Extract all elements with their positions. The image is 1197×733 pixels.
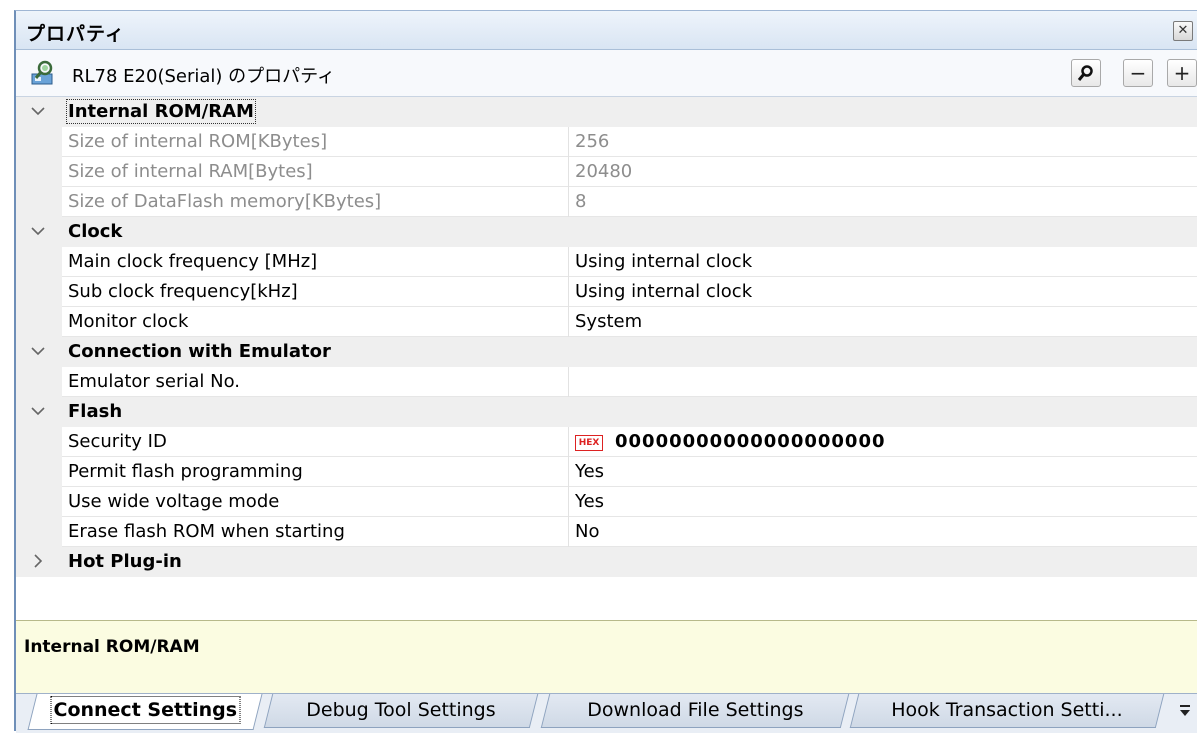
category-row[interactable]: Internal ROM/RAM [16, 97, 1197, 127]
row-gutter [16, 427, 62, 457]
property-value[interactable]: Using internal clock [575, 281, 752, 302]
category-row[interactable]: Flash [16, 397, 1197, 427]
category-label: Flash [68, 401, 123, 422]
property-value[interactable]: Yes [575, 491, 604, 512]
properties-toolbar: RL78 E20(Serial) のプロパティ − + [16, 50, 1197, 97]
tab-label: Hook Transaction Setti... [891, 699, 1123, 721]
property-value[interactable]: 256 [575, 131, 609, 152]
tab-label: Download File Settings [587, 699, 804, 721]
category-label: Connection with Emulator [68, 341, 331, 362]
row-gutter [16, 247, 62, 277]
property-name: Use wide voltage mode [68, 491, 280, 512]
search-button[interactable] [1071, 59, 1101, 87]
row-gutter [16, 187, 62, 217]
tab-list-menu-icon[interactable] [1177, 702, 1193, 722]
category-row[interactable]: Connection with Emulator [16, 337, 1197, 367]
column-divider [568, 277, 569, 307]
property-value[interactable]: System [575, 311, 642, 332]
property-row[interactable]: Security ID HEX 00000000000000000000 [16, 427, 1197, 457]
property-row[interactable]: Size of internal ROM[KBytes] 256 [16, 127, 1197, 157]
property-row[interactable]: Sub clock frequency[kHz] Using internal c… [16, 277, 1197, 307]
chevron-down-icon[interactable] [30, 343, 46, 359]
column-divider [568, 187, 569, 217]
column-divider [568, 517, 569, 547]
column-divider [568, 307, 569, 337]
debug-tool-properties-icon [31, 60, 53, 85]
category-label: Hot Plug-in [68, 551, 182, 572]
property-value[interactable]: No [575, 521, 599, 542]
property-name: Monitor clock [68, 311, 189, 332]
column-divider [568, 247, 569, 277]
category-label: Clock [68, 221, 123, 242]
property-row[interactable]: Main clock frequency [MHz] Using internal… [16, 247, 1197, 277]
property-value[interactable]: 20480 [575, 161, 632, 182]
property-name: Emulator serial No. [68, 371, 241, 392]
property-name: Size of DataFlash memory[KBytes] [68, 191, 382, 212]
collapse-all-button[interactable]: − [1123, 59, 1153, 87]
row-gutter [16, 457, 62, 487]
property-name: Size of internal RAM[Bytes] [68, 161, 313, 182]
expand-all-button[interactable]: + [1167, 59, 1197, 87]
row-gutter [16, 127, 62, 157]
property-value[interactable]: Using internal clock [575, 251, 752, 272]
tab-label: Connect Settings [50, 696, 241, 724]
property-value[interactable]: 8 [575, 191, 586, 212]
row-gutter [16, 487, 62, 517]
tab-debug-tool-settings[interactable]: Debug Tool Settings [263, 694, 539, 728]
property-name: Security ID [68, 431, 167, 452]
tab-label: Debug Tool Settings [306, 699, 496, 721]
column-divider [568, 367, 569, 397]
tab-hook-transaction-settings[interactable]: Hook Transaction Setti... [849, 694, 1165, 728]
column-divider [568, 487, 569, 517]
description-area: Internal ROM/RAM [16, 620, 1197, 694]
property-row[interactable]: Erase flash ROM when starting No [16, 517, 1197, 547]
close-icon[interactable]: ✕ [1173, 21, 1193, 41]
hex-badge-icon: HEX [575, 435, 603, 451]
category-label: Internal ROM/RAM [66, 99, 256, 124]
category-row[interactable]: Hot Plug-in [16, 547, 1197, 577]
property-row[interactable]: Size of DataFlash memory[KBytes] 8 [16, 187, 1197, 217]
panel-title: プロパティ [26, 23, 125, 45]
property-name: Sub clock frequency[kHz] [68, 281, 298, 302]
security-id-value: 00000000000000000000 [615, 431, 886, 452]
row-gutter [16, 367, 62, 397]
column-divider [568, 427, 569, 457]
category-row[interactable]: Clock [16, 217, 1197, 247]
chevron-down-icon[interactable] [30, 103, 46, 119]
property-row[interactable]: Monitor clock System [16, 307, 1197, 337]
row-gutter [16, 157, 62, 187]
column-divider [568, 127, 569, 157]
panel-titlebar: プロパティ ✕ [16, 11, 1197, 50]
property-name: Permit flash programming [68, 461, 303, 482]
column-divider [568, 457, 569, 487]
property-name: Erase flash ROM when starting [68, 521, 345, 542]
tab-bar: Connect Settings Debug Tool Settings Dow… [16, 693, 1197, 733]
property-value[interactable]: HEX 00000000000000000000 [575, 431, 886, 452]
description-title: Internal ROM/RAM [24, 637, 200, 657]
row-gutter [16, 517, 62, 547]
chevron-right-icon[interactable] [30, 553, 46, 569]
property-row[interactable]: Size of internal RAM[Bytes] 20480 [16, 157, 1197, 187]
row-gutter [16, 277, 62, 307]
magnifier-icon [1077, 65, 1093, 81]
property-target-title: RL78 E20(Serial) のプロパティ [72, 66, 336, 87]
property-name: Main clock frequency [MHz] [68, 251, 318, 272]
property-name: Size of internal ROM[KBytes] [68, 131, 328, 152]
tab-connect-settings[interactable]: Connect Settings [27, 694, 263, 730]
tab-download-file-settings[interactable]: Download File Settings [540, 694, 850, 728]
chevron-down-icon[interactable] [30, 403, 46, 419]
property-value[interactable]: Yes [575, 461, 604, 482]
column-divider [568, 157, 569, 187]
chevron-down-icon[interactable] [30, 223, 46, 239]
property-grid: Internal ROM/RAM Size of internal ROM[KBy… [16, 97, 1197, 617]
property-row[interactable]: Emulator serial No. [16, 367, 1197, 397]
row-gutter [16, 307, 62, 337]
property-row[interactable]: Permit flash programming Yes [16, 457, 1197, 487]
properties-panel: プロパティ ✕ RL78 E20(Serial) のプロパティ − + Inte… [14, 10, 1197, 733]
property-row[interactable]: Use wide voltage mode Yes [16, 487, 1197, 517]
